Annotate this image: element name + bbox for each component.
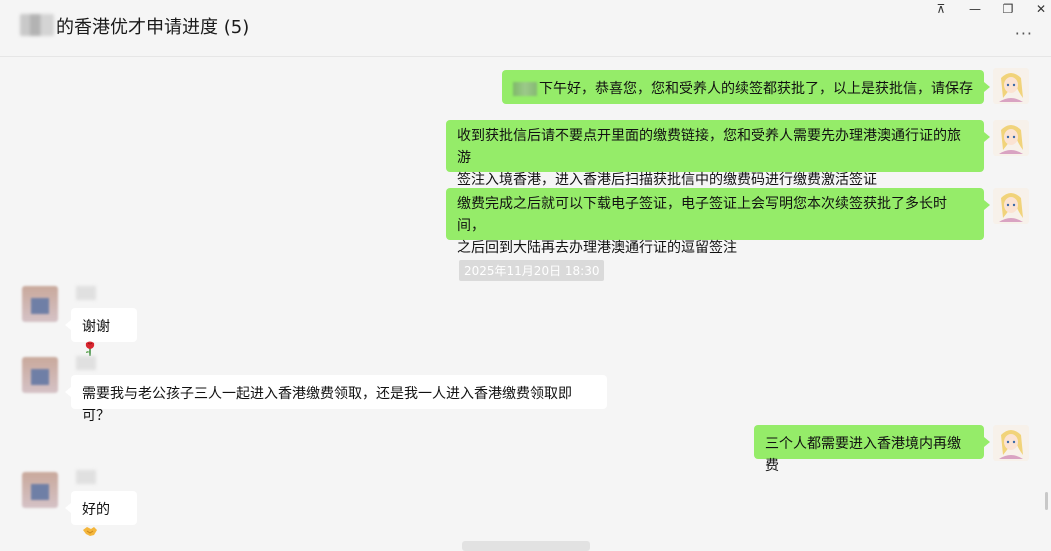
blurred-sender-name bbox=[76, 470, 96, 484]
message-text-line: 之后回到大陆再去办理港澳通行证的逗留签注 bbox=[457, 240, 737, 256]
message-text-line: 收到获批信后请不要点开里面的缴费链接，您和受养人需要先办理港澳通行证的旅游 bbox=[457, 128, 961, 166]
message-text: 下午好，恭喜您，您和受养人的续签都获批了，以上是获批信，请保存 bbox=[539, 81, 973, 97]
close-icon[interactable]: ✕ bbox=[1026, 0, 1051, 18]
more-options-icon[interactable]: ··· bbox=[1015, 24, 1033, 43]
restore-icon[interactable]: ❐ bbox=[993, 0, 1023, 18]
message-text: 好的 bbox=[82, 502, 110, 518]
blurred-sender-name bbox=[76, 356, 96, 370]
message-bubble-outgoing[interactable]: 三个人都需要进入香港境内再缴费 bbox=[754, 425, 990, 474]
anime-avatar-icon bbox=[999, 125, 1023, 154]
my-avatar[interactable] bbox=[993, 425, 1029, 461]
message-bubble-outgoing[interactable]: 下午好，恭喜您，您和受养人的续签都获批了，以上是获批信，请保存 bbox=[502, 70, 990, 104]
message-text: 三个人都需要进入香港境内再缴费 bbox=[765, 436, 961, 474]
anime-avatar-icon bbox=[999, 430, 1023, 459]
my-avatar[interactable] bbox=[993, 68, 1029, 104]
blurred-name bbox=[513, 82, 537, 96]
message-text: 需要我与老公孩子三人一起进入香港缴费领取，还是我一人进入香港缴费领取即可？ bbox=[82, 386, 572, 424]
message-bubble-outgoing[interactable]: 收到获批信后请不要点开里面的缴费链接，您和受养人需要先办理港澳通行证的旅游 签注… bbox=[446, 120, 990, 188]
message-bubble-incoming[interactable]: 好的 bbox=[65, 491, 137, 536]
minimize-icon[interactable]: — bbox=[960, 0, 990, 18]
anime-avatar-icon bbox=[999, 73, 1023, 102]
contact-avatar[interactable] bbox=[22, 286, 58, 322]
pin-icon[interactable]: ⊼ bbox=[926, 0, 956, 18]
my-avatar[interactable] bbox=[993, 188, 1029, 224]
my-avatar[interactable] bbox=[993, 120, 1029, 156]
message-text-line: 缴费完成之后就可以下载电子签证，电子签证上会写明您本次续签获批了多长时间， bbox=[457, 196, 947, 234]
scrollbar[interactable] bbox=[1045, 492, 1048, 510]
chat-header: 的香港优才申请进度 (5) ⊼ — ❐ ✕ ··· bbox=[0, 0, 1051, 57]
message-bubble-incoming[interactable]: 谢谢 bbox=[65, 308, 137, 356]
message-text: 谢谢 bbox=[82, 319, 110, 335]
contact-avatar[interactable] bbox=[22, 472, 58, 508]
new-messages-indicator[interactable] bbox=[462, 541, 590, 551]
rose-icon bbox=[85, 341, 95, 356]
blurred-contact-name bbox=[20, 14, 54, 36]
anime-avatar-icon bbox=[999, 193, 1023, 222]
blurred-sender-name bbox=[76, 286, 96, 300]
message-bubble-incoming[interactable]: 需要我与老公孩子三人一起进入香港缴费领取，还是我一人进入香港缴费领取即可？ bbox=[65, 375, 607, 424]
timestamp: 2025年11月20日 18:30 bbox=[459, 260, 605, 281]
chat-title[interactable]: 的香港优才申请进度 (5) bbox=[56, 13, 249, 39]
contact-avatar[interactable] bbox=[22, 357, 58, 393]
message-bubble-outgoing[interactable]: 缴费完成之后就可以下载电子签证，电子签证上会写明您本次续签获批了多长时间， 之后… bbox=[446, 188, 990, 256]
handshake-icon bbox=[83, 527, 97, 536]
